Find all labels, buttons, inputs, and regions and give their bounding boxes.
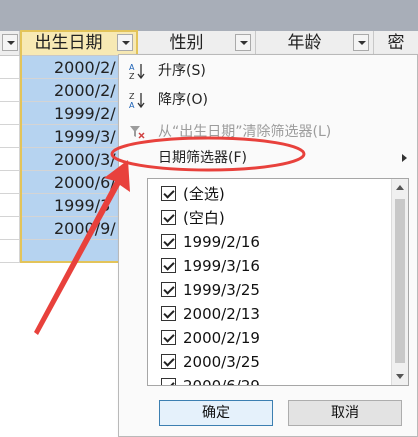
ok-button[interactable]: 确定 [159, 400, 273, 426]
svg-text:A: A [129, 63, 135, 72]
row-edge-cell[interactable] [0, 171, 20, 194]
sort-descending-icon: ZA [128, 91, 146, 110]
svg-text:A: A [129, 101, 135, 109]
column-header-gender[interactable]: 性别 [138, 31, 256, 55]
checkbox-checked-icon[interactable] [161, 330, 176, 345]
cell-text: 2000/2/ [54, 58, 116, 77]
menu-item-label: 降序(O) [158, 92, 208, 108]
row-edge-cell[interactable] [0, 240, 20, 263]
list-item-label: 2000/3/25 [183, 353, 260, 371]
scroll-up-icon[interactable] [392, 179, 408, 196]
column-header-age[interactable]: 年龄 [256, 31, 374, 55]
column-header-label: 性别 [169, 33, 204, 53]
menu-item-sort-descending[interactable]: ZA 降序(O) [119, 85, 417, 115]
cell-text: 2000/2/ [54, 81, 116, 100]
clear-filter-icon [128, 123, 146, 141]
list-item-label: 1999/3/25 [183, 281, 260, 299]
list-item-label: 2000/6/29 [183, 377, 260, 386]
cell-text: 1999/2/ [54, 104, 116, 123]
cell-text: 1999/3/ [54, 127, 116, 146]
row-edge-cell[interactable] [0, 79, 20, 102]
filter-value-list[interactable]: (全选) (空白) 1999/2/16 1999/3/16 1999/3/25 … [147, 178, 409, 386]
row-edge-cell[interactable] [0, 217, 20, 240]
checkbox-checked-icon[interactable] [161, 258, 176, 273]
checkbox-checked-icon[interactable] [161, 282, 176, 297]
sort-ascending-icon: AZ [128, 62, 146, 81]
vertical-scrollbar[interactable] [391, 179, 408, 385]
filter-menu: AZ 升序(S) ZA 降序(O) 从“出生日期”清除筛选器(L) 日期筛选器(… [118, 54, 418, 437]
list-item-label: 2000/2/13 [183, 305, 260, 323]
list-item-label: 1999/2/16 [183, 233, 260, 251]
scroll-down-icon[interactable] [392, 368, 408, 385]
checkbox-checked-icon[interactable] [161, 186, 176, 201]
list-item-label: (空白) [183, 209, 225, 227]
row-edge-cell[interactable] [0, 148, 20, 171]
menu-item-label: 升序(S) [158, 63, 206, 79]
checkbox-checked-icon[interactable] [161, 378, 176, 385]
submenu-arrow-icon [402, 154, 407, 162]
cell-text: 2000/3/ [54, 150, 116, 169]
list-item-label: 1999/3/16 [183, 257, 260, 275]
cell-text: 2000/9/ [54, 219, 116, 238]
cancel-button[interactable]: 取消 [288, 400, 402, 426]
menu-item-date-filter[interactable]: 日期筛选器(F) [119, 143, 417, 173]
svg-text:Z: Z [129, 72, 135, 80]
checkbox-checked-icon[interactable] [161, 354, 176, 369]
column-header-partial[interactable]: 密 [374, 31, 418, 55]
row-edge-cell[interactable] [0, 194, 20, 217]
row-edge-cell[interactable] [0, 102, 20, 125]
column-header-label: 密 [387, 33, 405, 53]
cell-text: 1999/3 [54, 196, 111, 215]
filter-dropdown-button[interactable] [2, 34, 18, 51]
svg-text:Z: Z [129, 92, 135, 101]
row-edge-cell[interactable] [0, 56, 20, 79]
column-header-row: 出生日期 性别 年龄 密 [0, 31, 418, 56]
scrollbar-thumb[interactable] [395, 199, 405, 363]
column-header-label: 年龄 [287, 33, 322, 53]
menu-item-sort-ascending[interactable]: AZ 升序(S) [119, 56, 417, 86]
checkbox-checked-icon[interactable] [161, 234, 176, 249]
cell-text: 2000/6/ [54, 173, 116, 192]
window-top-bar [0, 0, 418, 31]
row-edge-cell[interactable] [0, 125, 20, 148]
checkbox-checked-icon[interactable] [161, 306, 176, 321]
column-header-birthdate[interactable]: 出生日期 [20, 31, 138, 55]
filter-dropdown-button[interactable] [117, 34, 133, 51]
filter-dropdown-button[interactable] [353, 34, 369, 51]
column-header-label: 出生日期 [34, 33, 103, 53]
menu-item-label: 日期筛选器(F) [158, 150, 247, 166]
filter-dropdown-button[interactable] [235, 34, 251, 51]
list-item-label: 2000/2/19 [183, 329, 260, 347]
checkbox-checked-icon[interactable] [161, 210, 176, 225]
column-header-left-edge [0, 31, 20, 55]
list-item-label: (全选) [183, 185, 225, 203]
